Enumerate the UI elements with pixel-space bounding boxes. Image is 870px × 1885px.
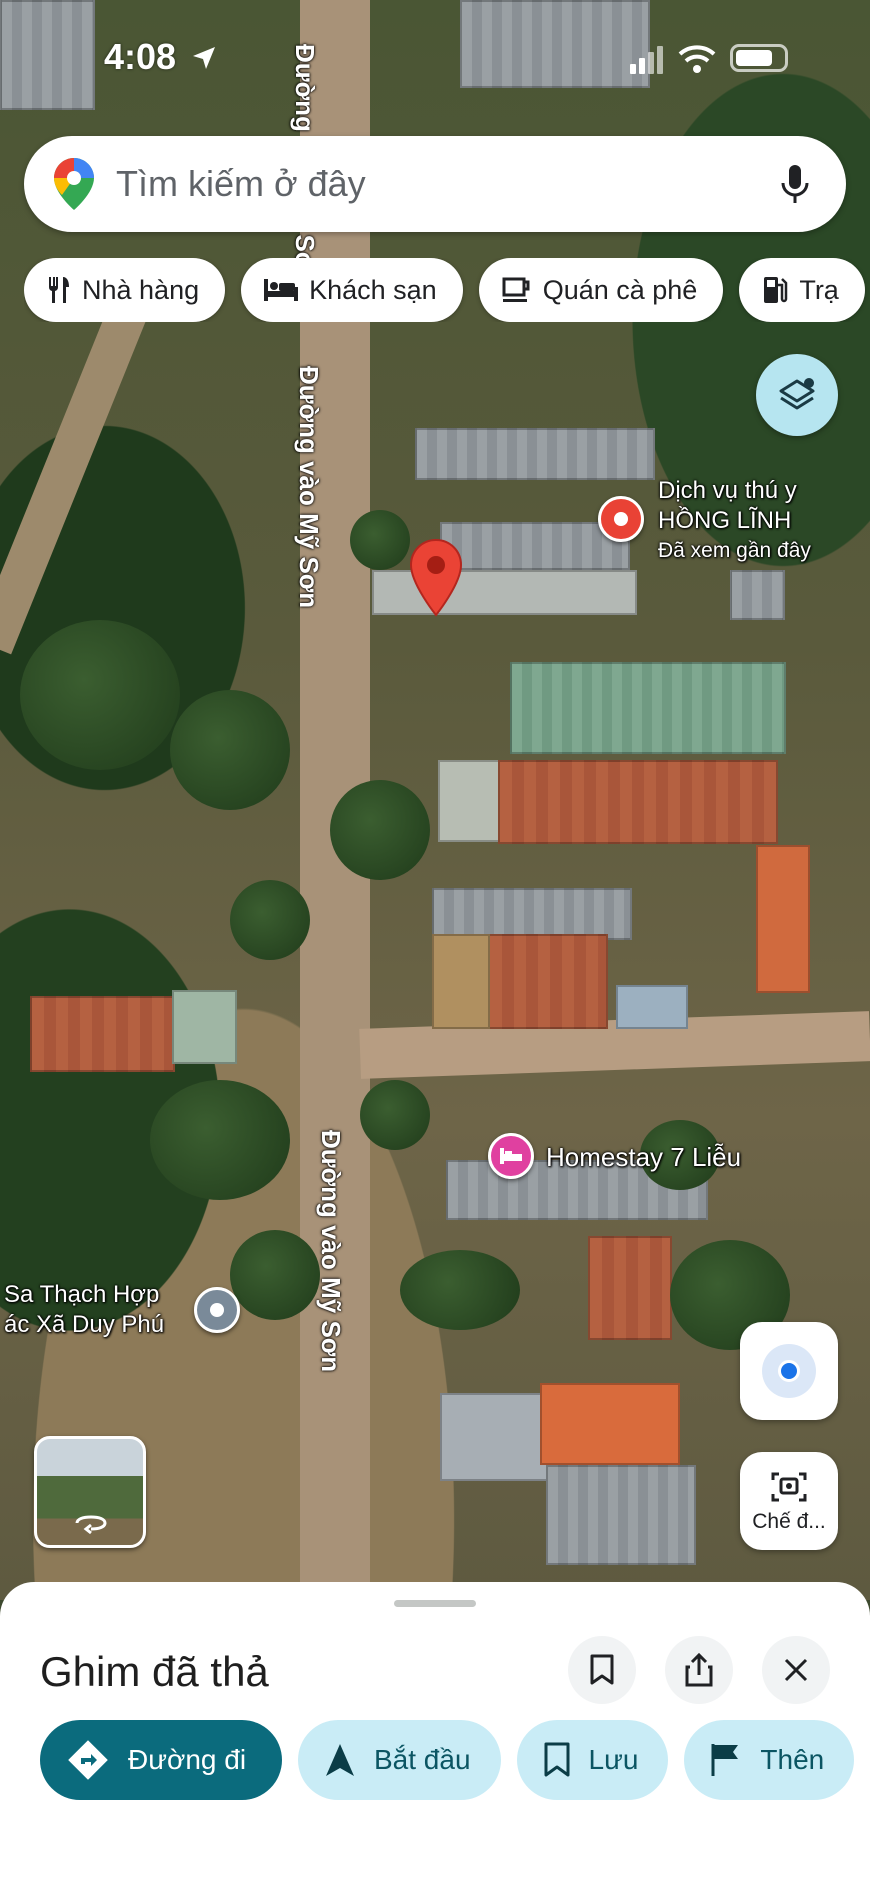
pin-dot-icon (210, 1303, 224, 1317)
bookmark-icon (590, 1654, 614, 1685)
vet-poi-pin[interactable] (598, 496, 644, 542)
dirt-track (0, 305, 146, 655)
chip-gas-stations[interactable]: Trạ (739, 258, 865, 322)
save-button[interactable]: Lưu (516, 1720, 669, 1800)
tree (170, 690, 290, 810)
pin-dot-icon (614, 512, 628, 526)
building (756, 845, 810, 993)
save-label: Lưu (588, 1744, 639, 1775)
action-buttons: Đường đi Bắt đầu Lưu Thên (40, 1720, 870, 1800)
building (432, 934, 490, 1029)
camera-mode-button[interactable]: Chế đ... (740, 1452, 838, 1550)
share-button[interactable] (665, 1636, 733, 1704)
coffee-icon (502, 277, 530, 302)
tree (350, 510, 410, 570)
sheet-title: Ghim đã thả (40, 1648, 269, 1695)
wifi-icon (678, 45, 716, 73)
street-label: Đường vào Mỹ Sơn (294, 366, 324, 609)
building (440, 1393, 556, 1481)
tree (400, 1250, 520, 1330)
share-icon (685, 1653, 713, 1687)
directions-button[interactable]: Đường đi (40, 1720, 282, 1800)
building (415, 428, 655, 480)
navigation-arrow-icon (326, 1744, 354, 1776)
battery-icon (730, 44, 788, 72)
building (172, 990, 237, 1064)
chip-label: Nhà hàng (82, 274, 200, 305)
camera-mode-label: Chế đ... (752, 1510, 826, 1533)
search-bar[interactable]: Tìm kiếm ở đây (24, 136, 846, 232)
tree (360, 1080, 430, 1150)
close-button[interactable] (762, 1636, 830, 1704)
directions-icon (68, 1740, 108, 1780)
category-chips: Nhà hàng Khách sạn Quán cà phê Trạ (24, 258, 870, 322)
flag-icon (711, 1744, 739, 1776)
layers-icon (779, 378, 815, 410)
building (432, 888, 632, 940)
chip-hotels[interactable]: Khách sạn (241, 258, 463, 322)
poi-name-line1: Dịch vụ thú y (658, 477, 797, 504)
left-poi-name[interactable]: Sa Thạch Hợp ác Xã Duy Phú (4, 1280, 164, 1340)
building (588, 1236, 672, 1340)
tree (230, 880, 310, 960)
left-poi-pin[interactable] (194, 1287, 240, 1333)
microphone-icon[interactable] (780, 163, 810, 205)
building (498, 760, 778, 844)
tree (330, 780, 430, 880)
start-label: Bắt đầu (374, 1744, 471, 1775)
status-bar: 4:08 (0, 0, 870, 110)
rotate-360-icon (75, 1515, 107, 1535)
close-icon (784, 1658, 808, 1682)
dropped-pin-icon[interactable] (408, 538, 464, 618)
building (546, 1465, 696, 1565)
my-location-button[interactable] (740, 1322, 838, 1420)
tree (150, 1080, 290, 1200)
chip-cafes[interactable]: Quán cà phê (478, 258, 724, 322)
status-time: 4:08 (104, 36, 177, 77)
tree (20, 620, 180, 770)
layers-button[interactable] (756, 354, 838, 436)
google-maps-pin-icon (54, 158, 94, 210)
building (30, 996, 175, 1072)
poi-name-line1: Sa Thạch Hợp (4, 1281, 160, 1308)
bookmark-icon (544, 1742, 570, 1777)
add-label-text: Thên (760, 1744, 825, 1775)
poi-name-line2: ác Xã Duy Phú (4, 1311, 165, 1338)
search-input[interactable]: Tìm kiếm ở đây (116, 163, 780, 205)
street-view-thumbnail[interactable] (34, 1436, 146, 1548)
chip-label: Trạ (799, 274, 839, 305)
place-bottom-sheet[interactable]: Ghim đã thả Đường đi Bắt đầu Lưu Thên (0, 1582, 870, 1885)
start-button[interactable]: Bắt đầu (298, 1720, 501, 1800)
poi-name-line2: HỒNG LĨNH (658, 507, 792, 534)
restaurant-icon (48, 277, 69, 303)
vet-poi-name[interactable]: Dịch vụ thú y HỒNG LĨNH Đã xem gần đây (658, 476, 811, 566)
street-label: Đường vào Mỹ Sơn (316, 1130, 346, 1373)
save-bookmark-button[interactable] (568, 1636, 636, 1704)
bed-icon (500, 1148, 522, 1164)
hotel-icon (264, 279, 299, 301)
building (616, 985, 688, 1029)
chip-label: Quán cà phê (542, 274, 698, 305)
homestay-poi-name[interactable]: Homestay 7 Liễu (546, 1142, 741, 1172)
homestay-poi-pin[interactable] (488, 1133, 534, 1179)
my-location-icon (762, 1344, 816, 1398)
gas-station-icon (764, 277, 788, 303)
add-label-button[interactable]: Thên (684, 1720, 855, 1800)
camera-scan-icon (771, 1472, 807, 1502)
chip-restaurants[interactable]: Nhà hàng (24, 258, 226, 322)
building (540, 1383, 680, 1465)
building (730, 570, 785, 620)
sheet-drag-handle[interactable] (394, 1600, 476, 1607)
tree (230, 1230, 320, 1320)
building (510, 662, 786, 754)
poi-recent-note: Đã xem gần đây (658, 539, 811, 562)
cellular-signal-icon (630, 46, 663, 74)
location-arrow-icon (193, 47, 215, 69)
building (488, 934, 608, 1029)
directions-label: Đường đi (128, 1744, 247, 1775)
chip-label: Khách sạn (309, 274, 437, 305)
